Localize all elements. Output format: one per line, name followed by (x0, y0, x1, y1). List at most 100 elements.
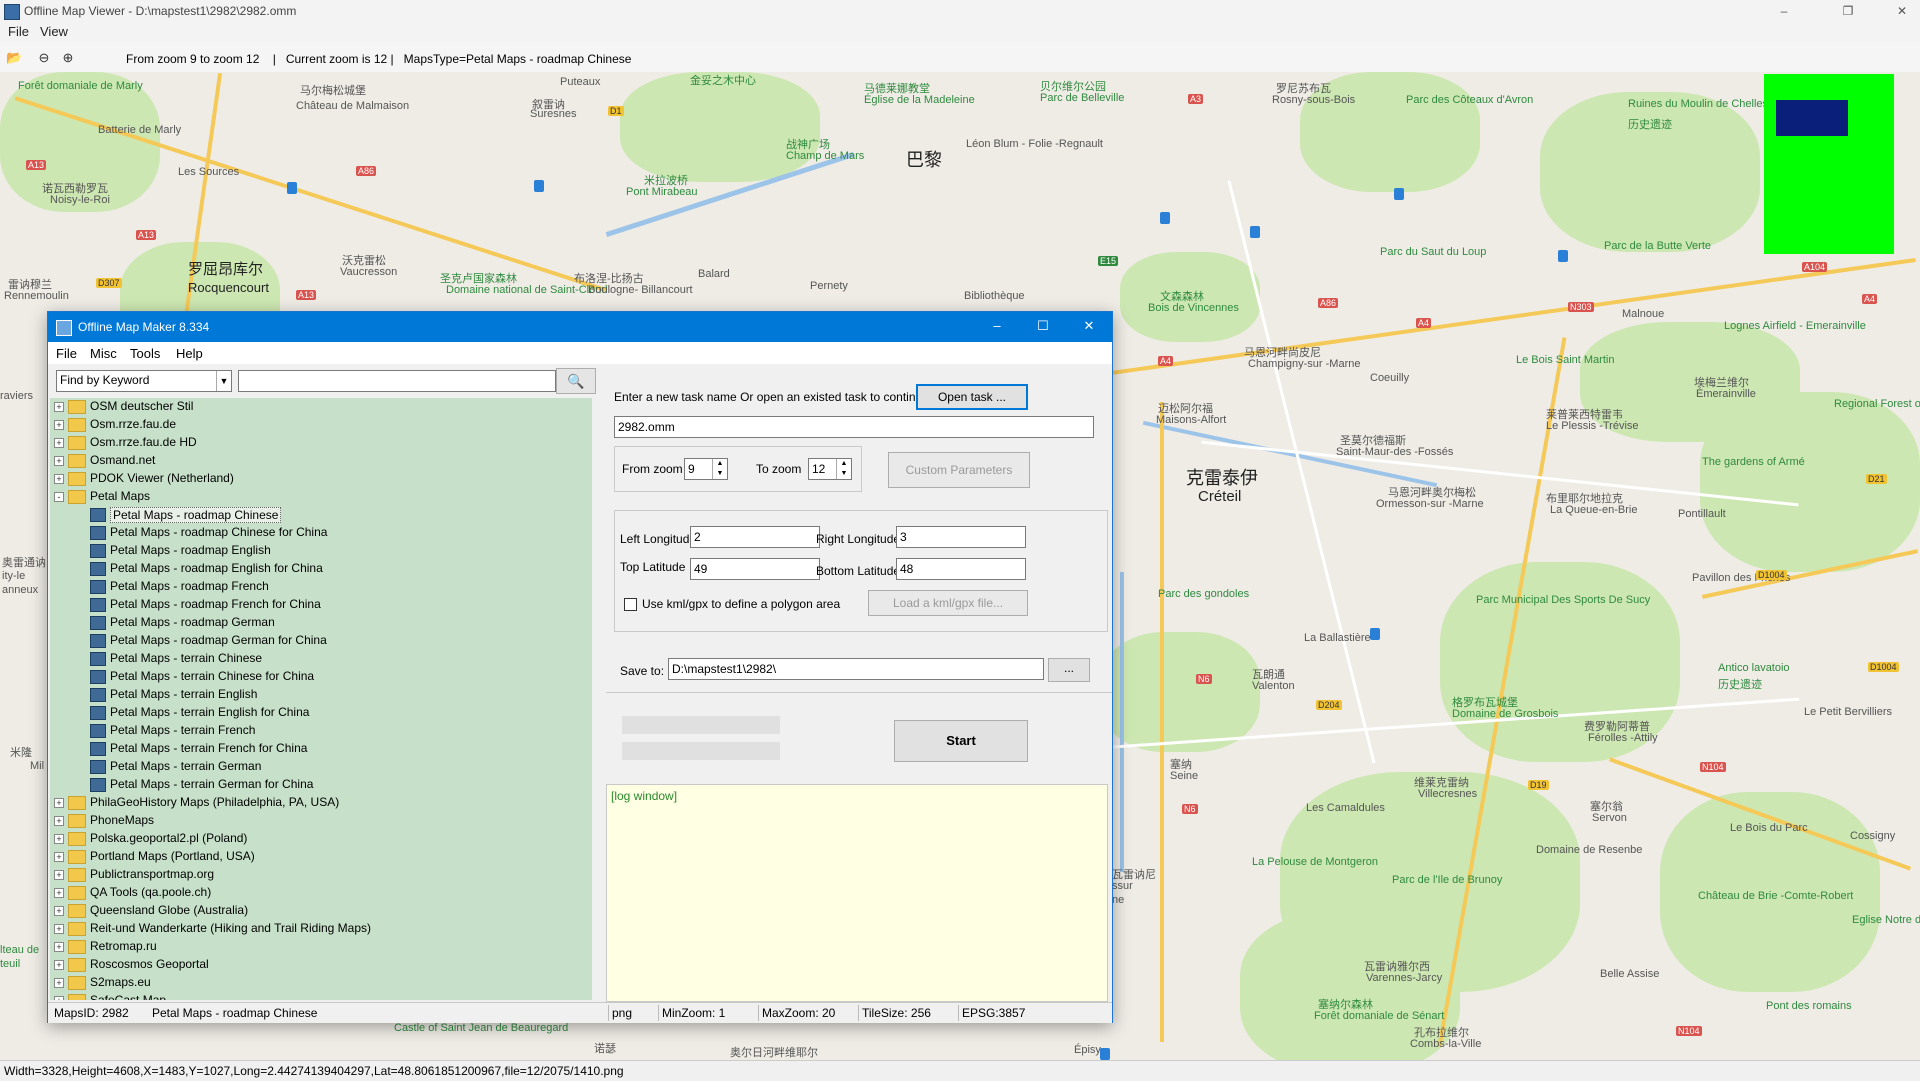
expand-icon[interactable]: + (54, 816, 64, 826)
browse-button[interactable]: ... (1048, 658, 1090, 682)
from-zoom-stepper[interactable]: ▲ ▼ (712, 459, 727, 479)
find-by-value: Find by Keyword (60, 373, 150, 387)
close-icon[interactable]: ✕ (1888, 2, 1916, 20)
dialog-menu-help[interactable]: Help (176, 346, 203, 361)
overview-minimap[interactable] (1764, 74, 1894, 254)
task-name-input[interactable]: 2982.omm (614, 416, 1094, 438)
expand-icon[interactable]: + (54, 852, 64, 862)
expand-icon[interactable]: + (54, 456, 64, 466)
dialog-close-icon[interactable]: ✕ (1074, 318, 1104, 336)
save-to-input[interactable]: D:\mapstest1\2982\ (668, 658, 1044, 680)
right-longitude-input[interactable]: 3 (896, 526, 1026, 548)
road-shield: A104 (1802, 262, 1828, 272)
tree-node-label: Petal Maps - terrain French for China (110, 741, 308, 755)
expand-icon[interactable]: + (54, 438, 64, 448)
map-pin-icon[interactable] (1160, 212, 1170, 224)
tree-node-label: Petal Maps - terrain English (110, 687, 258, 701)
minimize-icon[interactable]: – (1770, 2, 1798, 20)
dialog-menu-file[interactable]: File (56, 346, 77, 361)
map-label: 历史遗迹 (1718, 679, 1762, 691)
menu-view[interactable]: View (40, 24, 68, 39)
expand-icon[interactable]: + (54, 960, 64, 970)
expand-icon[interactable]: + (54, 942, 64, 952)
search-button[interactable]: 🔍 (556, 368, 596, 394)
expand-icon[interactable]: + (54, 834, 64, 844)
menu-file[interactable]: File (8, 24, 29, 39)
expand-icon[interactable]: + (54, 402, 64, 412)
tree-node-label: Petal Maps - terrain German (110, 759, 262, 773)
map-label: Rosny-sous-Bois (1272, 94, 1356, 106)
dialog-menu-tools[interactable]: Tools (130, 346, 160, 361)
road-shield: D204 (1316, 700, 1342, 710)
map-label: Pont Mirabeau (626, 186, 698, 198)
expand-icon[interactable]: + (54, 798, 64, 808)
folder-icon (68, 472, 86, 486)
road-shield: D1004 (1868, 662, 1899, 672)
left-longitude-input[interactable]: 2 (690, 526, 820, 548)
dialog-menu-misc[interactable]: Misc (90, 346, 117, 361)
expand-icon[interactable]: + (54, 420, 64, 430)
map-maker-dialog: Offline Map Maker 8.334 – ☐ ✕ File Misc … (47, 311, 1113, 1023)
dialog-minimize-icon[interactable]: – (982, 318, 1012, 336)
map-pin-icon[interactable] (534, 180, 544, 192)
map-city-label: 罗屈昂库尔 (188, 261, 264, 278)
map-label: Bois de Vincennes (1148, 302, 1239, 314)
expand-icon[interactable]: + (54, 924, 64, 934)
expand-icon[interactable]: + (54, 870, 64, 880)
tree-node-label: Petal Maps - terrain Chinese for China (110, 669, 315, 683)
map-label: Léon Blum - Folie -Regnault (966, 138, 1103, 150)
tree-scrollbar[interactable] (592, 398, 606, 1000)
map-city-label: 巴黎 (906, 150, 942, 170)
left-longitude-label: Left Longitude (620, 532, 697, 546)
expand-icon[interactable]: + (54, 888, 64, 898)
tree-node-label: PhoneMaps (90, 813, 155, 827)
to-zoom-input[interactable]: 12 ▲ ▼ (808, 458, 852, 480)
tree-node-label: SafeCast Map (90, 993, 167, 1000)
open-task-button[interactable]: Open task ... (916, 384, 1028, 410)
status-min-zoom: MinZoom: 1 (662, 1006, 726, 1020)
bottom-latitude-input[interactable]: 48 (896, 558, 1026, 580)
maximize-icon[interactable]: ❐ (1834, 2, 1862, 20)
maps-tree[interactable]: + OSM deutscher Stil + Osm.rrze.fau.de + Osm.… (50, 398, 592, 1000)
road-shield: A13 (26, 160, 47, 170)
map-pin-icon[interactable] (1100, 1048, 1110, 1060)
map-label: ity-le (2, 570, 26, 582)
to-zoom-stepper[interactable]: ▲ ▼ (836, 459, 851, 479)
zoom-out-icon[interactable]: ⊖ (36, 50, 52, 66)
map-pin-icon[interactable] (1558, 250, 1568, 262)
map-label: Férolles -Attily (1588, 732, 1658, 744)
tree-node-label: Polska.geoportal2.pl (Poland) (90, 831, 248, 845)
map-pin-icon[interactable] (1370, 628, 1380, 640)
map-pin-icon[interactable] (287, 182, 297, 194)
expand-icon[interactable]: + (54, 978, 64, 988)
start-button[interactable]: Start (894, 720, 1028, 762)
map-label: Les Sources (178, 166, 240, 178)
collapse-icon[interactable]: - (54, 492, 64, 502)
road-shield: A13 (136, 230, 157, 240)
tree-node-label: Petal Maps - roadmap French (110, 579, 269, 593)
map-label: Les Camaldules (1306, 802, 1385, 814)
folder-icon (68, 886, 86, 900)
find-by-select[interactable]: Find by Keyword ▼ (56, 370, 232, 392)
folder-icon (68, 994, 86, 1000)
dialog-maximize-icon[interactable]: ☐ (1028, 318, 1058, 336)
tree-node-label: Petal Maps - terrain English for China (110, 705, 310, 719)
load-kml-button[interactable]: Load a kml/gpx file... (868, 590, 1028, 616)
map-label: lteau de (0, 944, 40, 956)
map-pin-icon[interactable] (1394, 188, 1404, 200)
log-window[interactable]: [log window] (606, 784, 1108, 1002)
search-input[interactable] (238, 370, 556, 392)
custom-parameters-button[interactable]: Custom Parameters (888, 452, 1030, 488)
folder-open-icon[interactable]: 📂 (6, 50, 22, 66)
minimap-viewport[interactable] (1776, 100, 1848, 136)
expand-icon[interactable]: + (54, 474, 64, 484)
from-zoom-input[interactable]: 9 ▲ ▼ (684, 458, 728, 480)
zoom-in-icon[interactable]: ⊕ (60, 50, 76, 66)
chevron-down-icon[interactable]: ▼ (216, 371, 231, 391)
map-pin-icon[interactable] (1250, 226, 1260, 238)
kml-checkbox[interactable] (624, 598, 637, 611)
road-shield: D19 (1528, 780, 1549, 790)
expand-icon[interactable]: + (54, 906, 64, 916)
top-latitude-input[interactable]: 49 (690, 558, 820, 580)
expand-icon[interactable]: + (54, 996, 64, 1000)
